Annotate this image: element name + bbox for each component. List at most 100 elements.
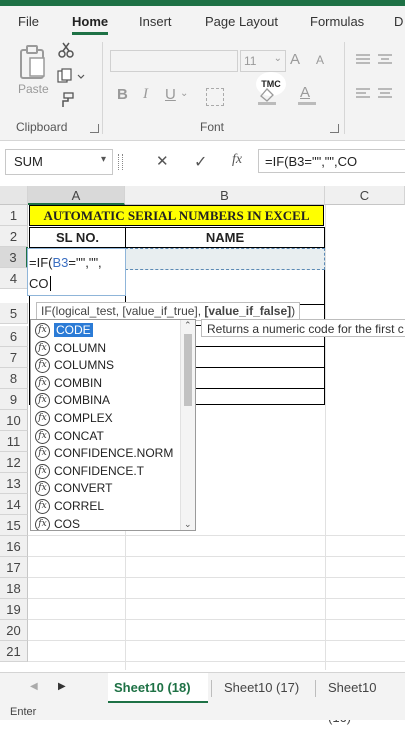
tab-home[interactable]: Home [72,14,109,35]
autocomplete-item[interactable]: fx COS [33,516,181,530]
row-header[interactable]: 5 [0,303,28,324]
resize-handle[interactable] [118,154,123,170]
prev-sheet-icon[interactable]: ◀ [30,681,38,692]
formula-input[interactable]: =IF(B3="","",CO [258,149,405,173]
chevron-down-icon: ⌄ [180,88,189,99]
row-header[interactable]: 12 [0,452,28,473]
tab-divider [315,680,316,697]
paste-label: Paste [18,82,49,96]
tab-formulas[interactable]: Formulas [310,14,364,29]
row-header[interactable]: 19 [0,599,28,620]
row-header[interactable]: 9 [0,389,28,410]
insert-function-icon[interactable]: fx [232,152,242,168]
worksheet-grid[interactable]: A B C 1 2 3 4 5 6 7 8 9 10 11 12 13 14 1… [0,186,405,670]
chevron-down-icon: ⌄ [273,53,282,64]
increase-font-icon[interactable]: A [290,51,300,68]
autocomplete-item[interactable]: fx COLUMN [33,340,181,358]
title-cell[interactable]: AUTOMATIC SERIAL NUMBERS IN EXCEL [29,205,324,226]
decrease-font-icon[interactable]: A [316,53,324,67]
row-header[interactable]: 2 [0,226,28,247]
alignment-icons[interactable] [354,52,404,112]
format-painter-icon[interactable] [58,92,74,108]
status-bar: Enter [0,704,405,720]
autocomplete-item[interactable]: fx CONFIDENCE.T [33,463,181,481]
row-header[interactable]: 18 [0,578,28,599]
font-name-box[interactable] [110,50,238,72]
gridline [28,535,405,536]
font-color-button[interactable]: A [298,84,316,106]
function-icon: fx [35,375,50,391]
row-header[interactable]: 4 [0,268,28,289]
autocomplete-item[interactable]: fx CONFIDENCE.NORM [33,445,181,463]
name-box[interactable]: SUM ▾ [5,149,113,175]
column-header-b[interactable]: B [125,186,325,205]
gridline [28,598,405,599]
function-icon: fx [35,411,50,426]
autocomplete-item[interactable]: fx CONCAT [33,428,181,446]
autocomplete-item[interactable]: fx COLUMNS [33,357,181,375]
active-cell-editor[interactable]: =IF(B3="","", CO [27,248,126,296]
autocomplete-item[interactable]: fx COMBIN [33,375,181,393]
row-header[interactable]: 3 [0,247,28,268]
scroll-up-icon[interactable]: ⌃ [184,320,192,331]
sheet-tab[interactable]: Sheet10 (17) [218,673,305,703]
enter-icon[interactable]: ✓ [194,152,207,172]
ribbon: Paste Clipboard 11 ⌄ TMC A A B I U ⌄ A F… [0,36,405,141]
row-header[interactable]: 16 [0,536,28,557]
row-header[interactable]: 6 [0,326,28,347]
formula-line-2: CO [29,276,51,291]
autocomplete-scrollbar[interactable]: ⌃ ⌄ [180,320,195,530]
gridline [28,577,405,578]
row-header[interactable]: 1 [0,205,28,226]
row-header[interactable]: 17 [0,557,28,578]
scrollbar-thumb[interactable] [184,334,192,406]
cancel-icon[interactable]: ✕ [156,152,169,170]
header-name[interactable]: NAME [125,227,325,248]
row-header[interactable]: 8 [0,368,28,389]
font-launcher-icon[interactable] [330,124,339,133]
borders-icon[interactable] [206,88,224,106]
autocomplete-item[interactable]: fx CONVERT [33,480,181,498]
row-header[interactable]: 11 [0,431,28,452]
gridline [325,205,326,670]
row-header[interactable]: 13 [0,473,28,494]
tab-file[interactable]: File [18,14,39,29]
column-header-c[interactable]: C [325,186,405,205]
autocomplete-item[interactable]: fx COMBINA [33,392,181,410]
italic-button[interactable]: I [143,86,148,103]
function-autocomplete-list[interactable]: fx CODE fx COLUMN fx COLUMNS fx COMBIN fx COM… [30,319,196,531]
header-sl-no[interactable]: SL NO. [29,227,126,248]
function-icon: fx [35,446,50,462]
caret-down-icon: ▾ [100,154,106,165]
underline-button[interactable]: U [165,86,176,103]
scroll-down-icon[interactable]: ⌄ [184,519,192,530]
tab-page-layout[interactable]: Page Layout [205,14,278,29]
row-header[interactable]: 14 [0,494,28,515]
autocomplete-item[interactable]: fx COMPLEX [33,410,181,428]
copy-icon[interactable] [56,68,86,84]
row-header[interactable]: 7 [0,347,28,368]
row-header[interactable]: 20 [0,620,28,641]
sheet-tab-active[interactable]: Sheet10 (18) [108,673,208,703]
bold-button[interactable]: B [117,86,128,103]
sheet-tab[interactable]: Sheet10 (16) [322,673,405,725]
cut-icon[interactable] [58,42,74,58]
font-size-box[interactable]: 11 ⌄ [240,50,286,72]
clipboard-launcher-icon[interactable] [90,124,99,133]
select-all-corner[interactable] [0,186,28,205]
autocomplete-item[interactable]: fx CORREL [33,498,181,516]
referenced-cell-b3[interactable] [125,248,325,270]
column-header-a[interactable]: A [28,186,125,205]
tab-data[interactable]: D [394,14,403,29]
next-sheet-icon[interactable]: ▶ [58,681,66,692]
autocomplete-item[interactable]: fx CODE [33,322,181,340]
fill-color-icon[interactable] [258,86,276,106]
row-header[interactable]: 10 [0,410,28,431]
ribbon-tabs: File Home Insert Page Layout Formulas D [0,6,405,36]
paste-button[interactable] [18,44,48,80]
tab-insert[interactable]: Insert [139,14,172,29]
row-header[interactable]: 21 [0,641,28,662]
row-header[interactable]: 15 [0,515,28,536]
formula-line-1: =IF(B3="","", [29,255,102,270]
function-icon: fx [35,516,50,530]
